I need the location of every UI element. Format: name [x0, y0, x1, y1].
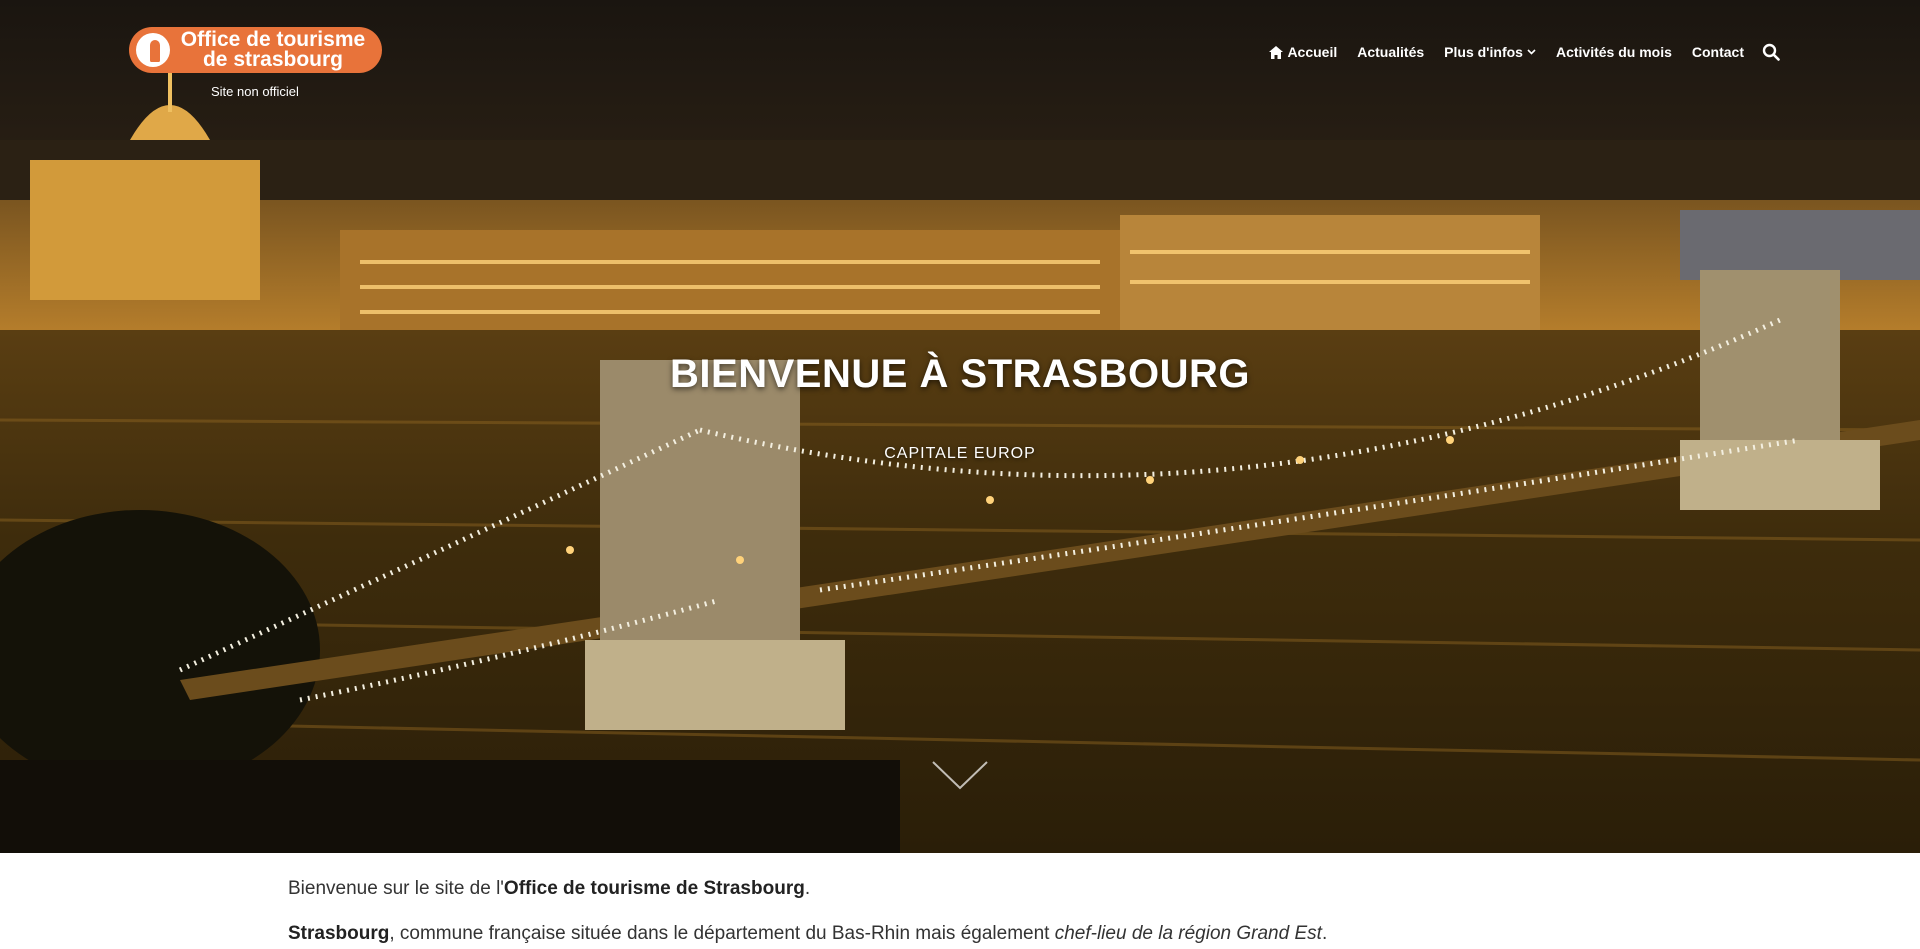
- chevron-down-icon: [1527, 49, 1536, 55]
- hero-banner: Office de tourisme de strasbourg Site no…: [0, 0, 1920, 853]
- logo-text: Office de tourisme de strasbourg: [180, 28, 366, 71]
- hero-title: BIENVENUE À STRASBOURG: [670, 352, 1250, 396]
- nav-item-more-info-label: Plus d'infos: [1444, 44, 1523, 60]
- nav-item-news[interactable]: Actualités: [1357, 44, 1424, 60]
- region-italic: chef-lieu de la région Grand Est: [1054, 923, 1322, 944]
- city-name-bold: Strasbourg: [288, 923, 390, 944]
- nav-item-home[interactable]: Accueil: [1269, 44, 1337, 60]
- home-icon: [1269, 45, 1284, 59]
- nav-item-news-label: Actualités: [1357, 44, 1425, 60]
- nav-item-home-label: Accueil: [1287, 44, 1338, 60]
- intro-paragraph-1: Bienvenue sur le site de l'Office de tou…: [288, 877, 1628, 901]
- night-bridge-background-image: [0, 0, 1920, 853]
- nav-item-contact-label: Contact: [1691, 44, 1744, 60]
- intro-paragraph-2: Strasbourg, commune française située dan…: [288, 922, 1628, 946]
- nav-item-more-info[interactable]: Plus d'infos: [1444, 44, 1536, 60]
- city-description: , commune française située dans le dépar…: [389, 923, 1055, 944]
- nav-item-activities[interactable]: Activités du mois: [1556, 44, 1672, 60]
- office-name-bold: Office de tourisme de Strasbourg: [503, 878, 805, 899]
- scroll-down-chevron-icon[interactable]: [931, 760, 989, 792]
- nav-item-contact[interactable]: Contact: [1692, 44, 1744, 60]
- nav-item-activities-label: Activités du mois: [1555, 44, 1672, 60]
- hero-subtitle: CAPITALE EUROP: [884, 445, 1036, 462]
- site-logo[interactable]: Office de tourisme de strasbourg: [129, 27, 382, 73]
- intro-text: Bienvenue sur le site de l': [288, 878, 504, 899]
- intro-period: .: [804, 878, 811, 899]
- main-navigation: Accueil Actualités Plus d'infos Activité…: [1269, 43, 1780, 61]
- site-tagline: Site non officiel: [211, 84, 299, 99]
- intro-content: Bienvenue sur le site de l'Office de tou…: [288, 877, 1628, 949]
- logo-icon: [136, 33, 170, 67]
- paragraph-period: .: [1321, 923, 1328, 944]
- search-icon[interactable]: [1762, 43, 1780, 61]
